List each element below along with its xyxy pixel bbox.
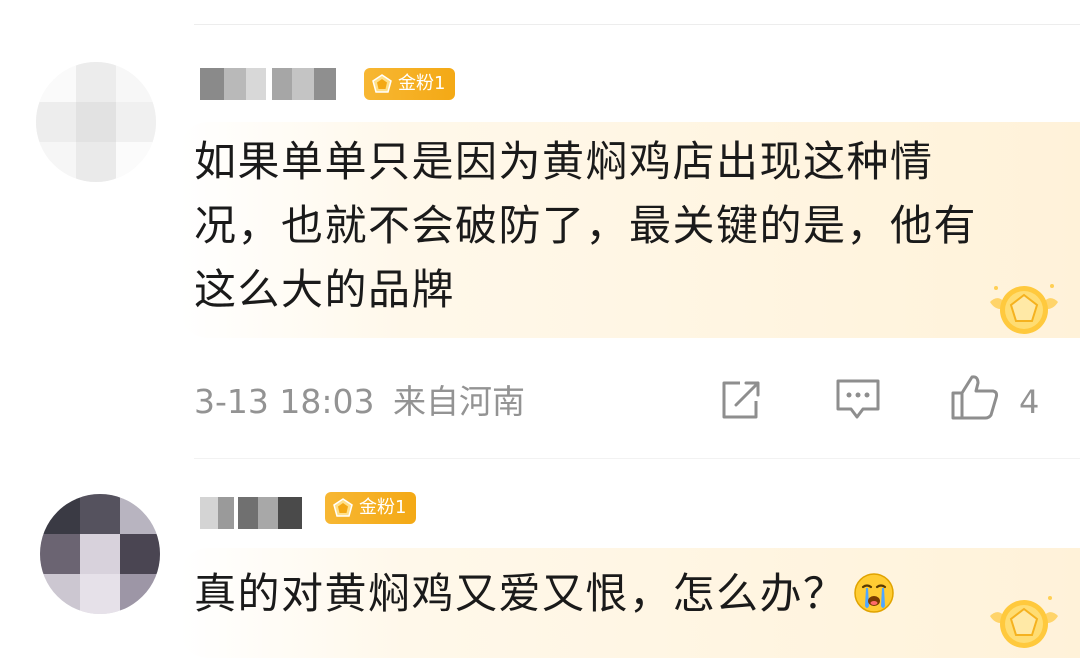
comment-text: 如果单单只是因为黄焖鸡店出现这种情况，也就不会破防了，最关键的是，他有这么大的品… xyxy=(194,137,978,314)
comment-divider xyxy=(194,458,1080,459)
share-icon[interactable] xyxy=(718,379,762,423)
crying-face-emoji xyxy=(853,573,894,613)
comment-icon[interactable] xyxy=(835,378,881,422)
comment-text-content: 真的对黄焖鸡又爱又恨，怎么办？ xyxy=(194,569,847,618)
fan-badge[interactable]: 金粉1 xyxy=(364,68,456,100)
like-count: 4 xyxy=(1019,383,1040,421)
avatar[interactable] xyxy=(36,62,156,182)
location: 来自河南 xyxy=(393,382,525,421)
fan-badge[interactable]: 金粉1 xyxy=(325,492,417,524)
comment-item: 金粉1 真的对黄焖鸡又爱又恨，怎么办？ xyxy=(0,460,1080,667)
username-redacted[interactable] xyxy=(194,493,314,533)
gold-medal-icon xyxy=(990,596,1058,648)
thumbs-up-icon[interactable] xyxy=(950,373,1000,421)
username-redacted[interactable] xyxy=(194,64,349,104)
gold-medal-icon xyxy=(990,284,1058,334)
avatar[interactable] xyxy=(40,494,160,614)
badge-label: 金粉1 xyxy=(359,497,407,518)
comment-text: 真的对黄焖鸡又爱又恨，怎么办？ xyxy=(194,562,1014,626)
pentagon-gem-icon xyxy=(333,498,353,517)
timestamp: 3-13 18:03 xyxy=(194,382,375,421)
comment-item: 金粉1 如果单单只是因为黄焖鸡店出现这种情况，也就不会破防了，最关键的是，他有这… xyxy=(0,0,1080,455)
badge-label: 金粉1 xyxy=(398,73,446,94)
pentagon-gem-icon xyxy=(372,74,392,93)
